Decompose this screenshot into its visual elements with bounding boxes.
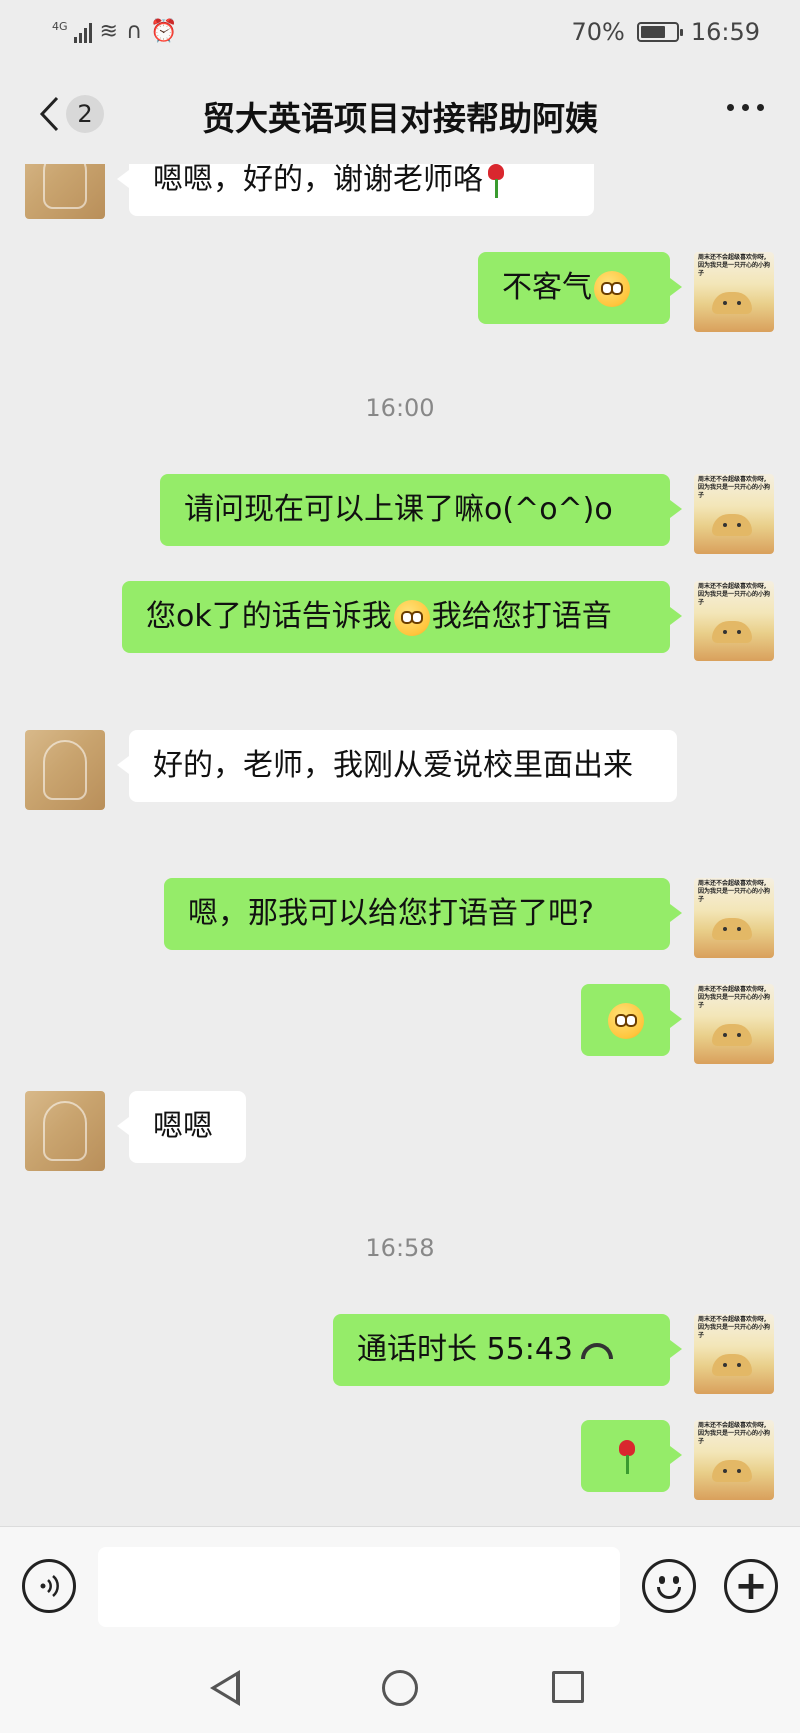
self-avatar[interactable]: 周末还不会超级喜欢你呀, 因为我只是一只开心的小狗子 xyxy=(694,252,774,332)
message-bubble-sent[interactable] xyxy=(581,984,682,1056)
avatar-caption: 周末还不会超级喜欢你呀, 因为我只是一只开心的小狗子 xyxy=(698,1316,771,1339)
battery-icon xyxy=(636,22,683,42)
message-bubble-sent[interactable]: 嗯，那我可以给您打语音了吧? xyxy=(164,878,682,950)
more-options-button[interactable] xyxy=(727,104,764,111)
message-list[interactable]: 嗯嗯，好的，谢谢老师咯 不客气 周末还不会超级喜欢你呀, 因为我只是一只开心的小… xyxy=(0,164,800,1526)
message-text: 不客气 xyxy=(502,270,592,305)
alarm-icon: ⏰ xyxy=(150,19,178,44)
peek-face-icon xyxy=(607,1002,644,1039)
message-bubble-received[interactable]: 嗯嗯，好的，谢谢老师咯 xyxy=(117,164,594,216)
message-text: 您ok了的话告诉我 xyxy=(146,599,392,634)
message-text: 嗯嗯，好的，谢谢老师咯 xyxy=(153,164,483,197)
avatar-caption: 周末还不会超级喜欢你呀, 因为我只是一只开心的小狗子 xyxy=(698,254,771,277)
avatar-caption: 周末还不会超级喜欢你呀, 因为我只是一只开心的小狗子 xyxy=(698,583,771,606)
peek-face-icon xyxy=(594,270,630,307)
message-timestamp: 16:58 xyxy=(365,1234,435,1262)
message-text: 嗯，那我可以给您打语音了吧? xyxy=(188,896,594,931)
message-text: 请问现在可以上课了嘛o(^o^)o xyxy=(184,492,613,527)
more-functions-button[interactable]: + xyxy=(724,1559,778,1613)
clock: 16:59 xyxy=(690,18,760,46)
self-avatar[interactable]: 周末还不会超级喜欢你呀, 因为我只是一只开心的小狗子 xyxy=(694,581,774,661)
chat-input-bar: + xyxy=(0,1526,800,1644)
avatar-caption: 周末还不会超级喜欢你呀, 因为我只是一只开心的小狗子 xyxy=(698,986,771,1009)
call-record-bubble[interactable]: 通话时长 55:43 xyxy=(333,1314,682,1386)
nav-home-icon[interactable] xyxy=(382,1670,418,1706)
headphones-icon: ∩ xyxy=(125,19,143,44)
self-avatar[interactable]: 周末还不会超级喜欢你呀, 因为我只是一只开心的小狗子 xyxy=(694,474,774,554)
nav-back-icon[interactable] xyxy=(210,1670,240,1706)
message-text: 我给您打语音 xyxy=(431,599,612,634)
emoji-eye-right xyxy=(673,1576,679,1584)
chat-header: 2 贸大英语项目对接帮助阿姨 xyxy=(0,64,800,164)
voice-input-button[interactable] xyxy=(22,1559,76,1613)
message-bubble-sent[interactable]: 不客气 xyxy=(478,252,682,324)
emoji-button[interactable] xyxy=(642,1559,696,1613)
peek-face-icon xyxy=(393,599,430,636)
self-avatar[interactable]: 周末还不会超级喜欢你呀, 因为我只是一只开心的小狗子 xyxy=(694,1314,774,1394)
rose-icon xyxy=(485,164,507,198)
system-nav-bar xyxy=(0,1644,800,1733)
message-bubble-received[interactable]: 嗯嗯 xyxy=(117,1091,246,1163)
message-bubble-sent[interactable]: 您ok了的话告诉我 我给您打语音 xyxy=(122,581,682,653)
battery-percent: 70% xyxy=(571,18,625,46)
message-text: 嗯嗯 xyxy=(153,1109,213,1144)
message-timestamp: 16:00 xyxy=(365,394,435,422)
voice-icon xyxy=(40,1575,59,1597)
emoji-eye-left xyxy=(659,1576,665,1584)
status-icons-right: 70% 16:59 xyxy=(571,18,760,46)
avatar-caption: 周末还不会超级喜欢你呀, 因为我只是一只开心的小狗子 xyxy=(698,476,771,499)
call-icon xyxy=(581,1342,613,1359)
contact-avatar[interactable] xyxy=(25,164,105,219)
message-input[interactable] xyxy=(98,1547,620,1627)
call-duration-text: 通话时长 55:43 xyxy=(357,1332,573,1367)
status-icons-left: 4G ≋ ∩ ⏰ xyxy=(52,21,177,43)
emoji-smile-icon xyxy=(657,1587,681,1599)
network-type-label: 4G xyxy=(52,20,68,33)
message-bubble-sent[interactable]: 请问现在可以上课了嘛o(^o^)o xyxy=(160,474,682,546)
wifi-icon: ≋ xyxy=(99,19,118,44)
rose-icon xyxy=(616,1439,638,1474)
self-avatar[interactable]: 周末还不会超级喜欢你呀, 因为我只是一只开心的小狗子 xyxy=(694,878,774,958)
status-bar: 4G ≋ ∩ ⏰ 70% 16:59 xyxy=(0,0,800,64)
message-bubble-sent[interactable] xyxy=(581,1420,682,1492)
nav-recents-icon[interactable] xyxy=(552,1671,584,1703)
signal-icon xyxy=(73,21,92,43)
battery-fill xyxy=(640,26,665,38)
contact-avatar[interactable] xyxy=(25,1091,105,1171)
self-avatar[interactable]: 周末还不会超级喜欢你呀, 因为我只是一只开心的小狗子 xyxy=(694,1420,774,1500)
chat-title: 贸大英语项目对接帮助阿姨 xyxy=(202,99,598,138)
self-avatar[interactable]: 周末还不会超级喜欢你呀, 因为我只是一只开心的小狗子 xyxy=(694,984,774,1064)
avatar-caption: 周末还不会超级喜欢你呀, 因为我只是一只开心的小狗子 xyxy=(698,1422,771,1445)
contact-avatar[interactable] xyxy=(25,730,105,810)
plus-icon: + xyxy=(734,1563,768,1609)
message-bubble-received[interactable]: 好的，老师，我刚从爱说校里面出来 xyxy=(117,730,677,802)
message-text: 好的，老师，我刚从爱说校里面出来 xyxy=(153,748,633,783)
avatar-caption: 周末还不会超级喜欢你呀, 因为我只是一只开心的小狗子 xyxy=(698,880,771,903)
